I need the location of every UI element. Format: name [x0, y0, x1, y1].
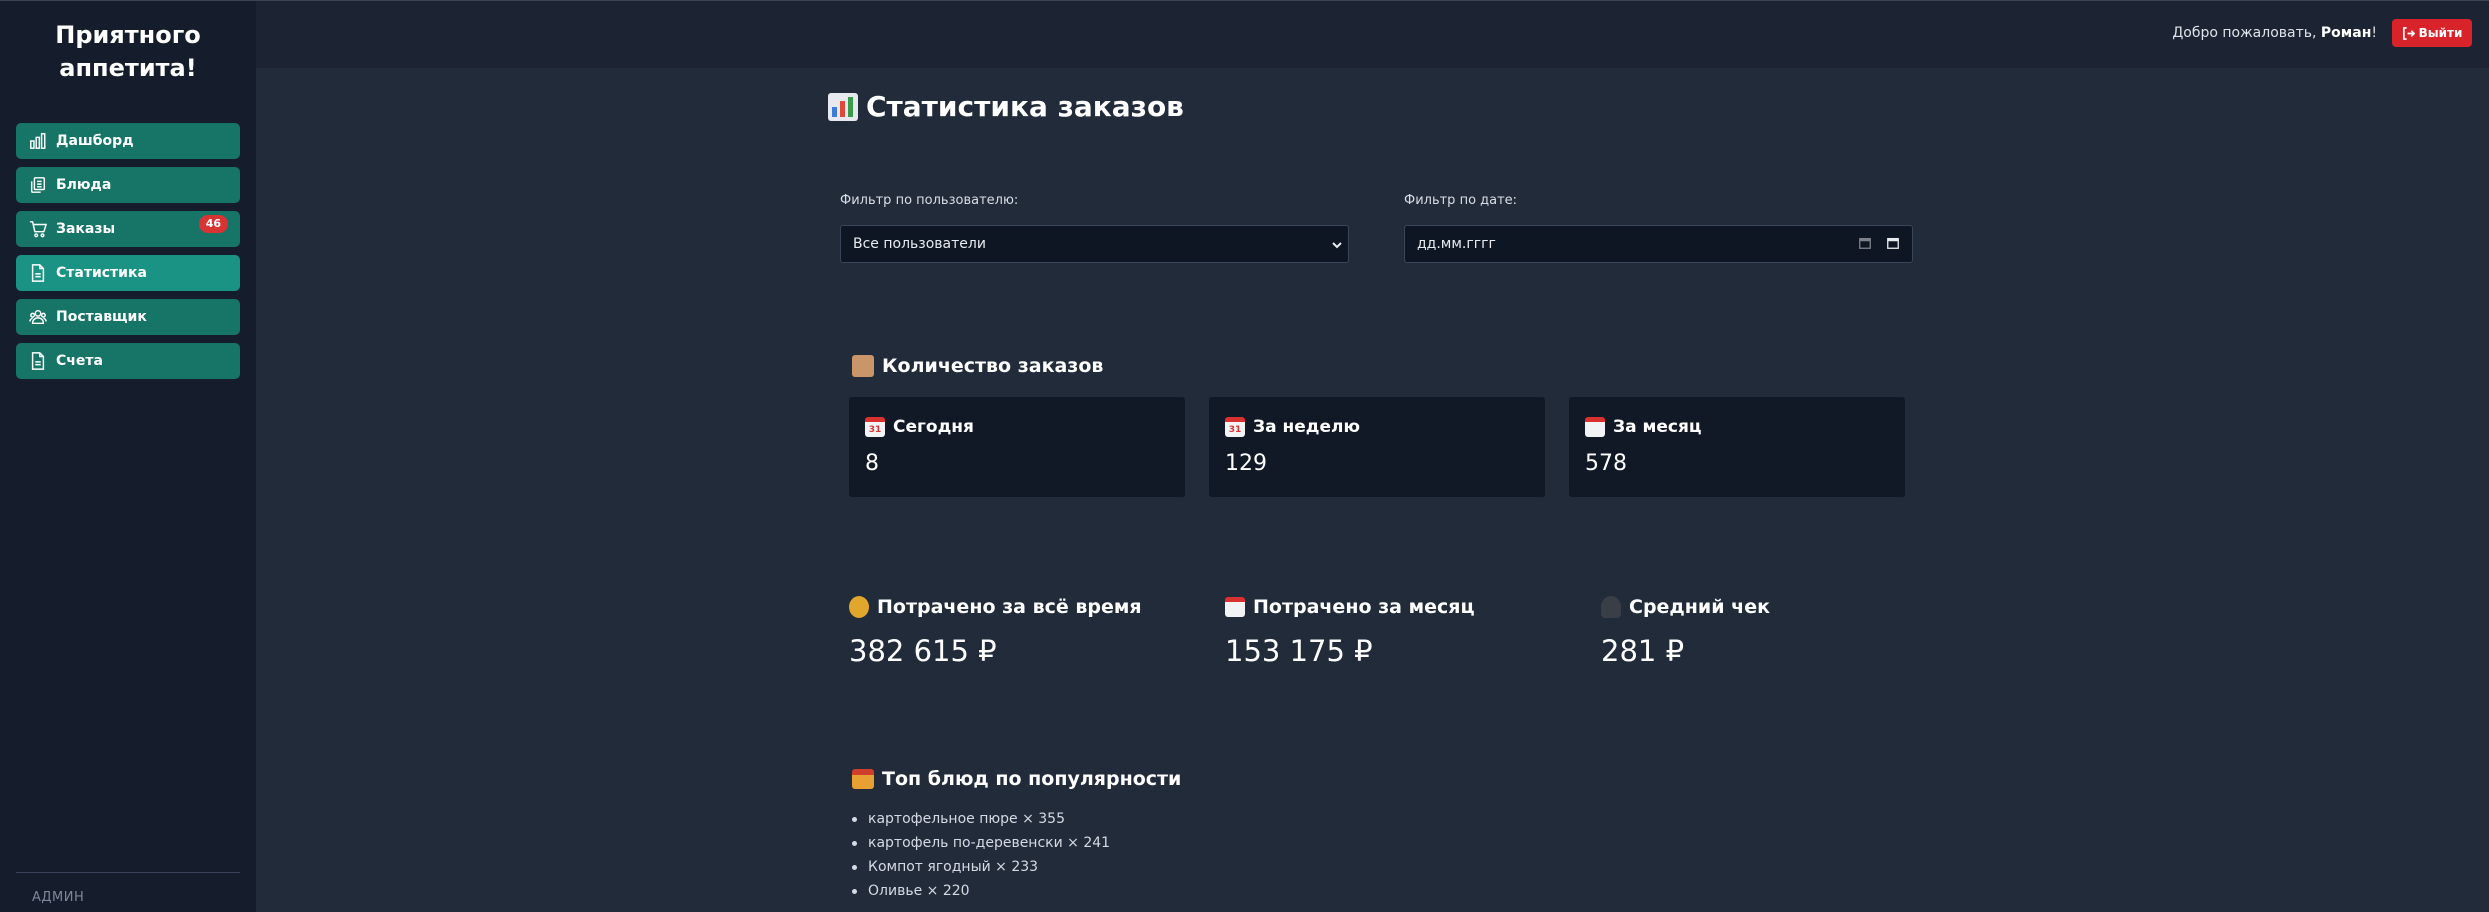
- average-check-value: 281 ₽: [1601, 634, 1685, 668]
- cart-icon: [28, 219, 48, 239]
- top-dishes-section-title: Топ блюд по популярности: [852, 768, 1181, 790]
- sidebar-item-invoices[interactable]: Счета: [16, 343, 240, 379]
- sidebar-item-label: Поставщик: [56, 309, 147, 325]
- brand-line-1: Приятного: [55, 21, 201, 49]
- list-item: Компот ягодный × 233: [852, 858, 1110, 882]
- stat-card-label: Сегодня: [893, 417, 974, 437]
- list-item: картофель по-деревенски × 241: [852, 834, 1110, 858]
- date-filter-label: Фильтр по дате:: [1404, 193, 1518, 208]
- brand-line-2: аппетита!: [59, 54, 197, 82]
- money-bag-icon: [849, 596, 869, 618]
- logout-icon: [2402, 26, 2415, 40]
- user-name: Роман: [2320, 25, 2372, 41]
- logout-label: Выйти: [2418, 26, 2463, 40]
- welcome-prefix: Добро пожаловать,: [2172, 25, 2321, 41]
- list-item: картофельное пюре × 355: [852, 810, 1110, 834]
- person-icon: [1601, 596, 1621, 618]
- spent-month-value: 153 175 ₽: [1225, 634, 1373, 668]
- logout-button[interactable]: Выйти: [2392, 19, 2472, 47]
- average-check-title: Средний чек: [1601, 596, 1770, 618]
- stat-card-title: 31 Сегодня: [865, 417, 974, 437]
- user-filter-label: Фильтр по пользователю:: [840, 193, 1019, 208]
- stat-card-title: 31 За неделю: [1225, 417, 1360, 437]
- sidebar-item-label: Счета: [56, 353, 103, 369]
- spent-month-label: Потрачено за месяц: [1253, 596, 1475, 618]
- user-filter-select[interactable]: Все пользователи: [840, 225, 1349, 263]
- stat-card-title: За месяц: [1585, 417, 1702, 437]
- document-icon: [28, 351, 48, 371]
- stat-card-value: 129: [1225, 451, 1267, 476]
- calendar-picker-icon[interactable]: [1886, 236, 1902, 252]
- top-dishes-title-text: Топ блюд по популярности: [882, 768, 1182, 790]
- date-filter-input[interactable]: дд.мм.гггг: [1404, 225, 1913, 263]
- top-dishes-list: картофельное пюре × 355 картофель по-дер…: [852, 810, 1110, 906]
- stat-card-label: За месяц: [1613, 417, 1702, 437]
- calendar-icon: [1585, 417, 1605, 437]
- calendar-ghost-icon: [1858, 236, 1874, 252]
- spent-all-time-value: 382 615 ₽: [849, 634, 997, 668]
- sidebar-item-dashboard[interactable]: Дашборд: [16, 123, 240, 159]
- stat-card-value: 578: [1585, 451, 1627, 476]
- sidebar-item-label: Блюда: [56, 177, 112, 193]
- sidebar-item-label: Дашборд: [56, 133, 134, 149]
- sidebar-item-label: Заказы: [56, 221, 116, 237]
- stat-card-today: 31 Сегодня 8: [849, 397, 1185, 497]
- calendar-icon: [1225, 597, 1245, 617]
- orders-count-title-text: Количество заказов: [882, 355, 1104, 377]
- stat-card-label: За неделю: [1253, 417, 1360, 437]
- brand-logo: Приятного аппетита!: [0, 19, 256, 85]
- stat-card-month: За месяц 578: [1569, 397, 1905, 497]
- sidebar-item-label: Статистика: [56, 265, 147, 281]
- spent-month-title: Потрачено за месяц: [1225, 596, 1475, 618]
- stat-card-week: 31 За неделю 129: [1209, 397, 1545, 497]
- stat-card-value: 8: [865, 451, 879, 476]
- calendar-icon: 31: [1225, 417, 1245, 437]
- orders-count-section-title: Количество заказов: [852, 355, 1103, 377]
- page-title: Статистика заказов: [828, 90, 1184, 123]
- document-icon: [28, 263, 48, 283]
- welcome-suffix: !: [2371, 25, 2377, 41]
- package-icon: [852, 355, 874, 377]
- sidebar-item-orders[interactable]: Заказы 46: [16, 211, 240, 247]
- orders-count-badge: 46: [198, 215, 228, 233]
- copy-icon: [28, 175, 48, 195]
- sidebar: Приятного аппетита! Дашборд Блюда Заказы…: [0, 0, 256, 912]
- sidebar-divider: [16, 872, 240, 873]
- dish-box-icon: [852, 769, 874, 789]
- date-filter-placeholder: дд.мм.гггг: [1417, 236, 1496, 252]
- spent-all-time-label: Потрачено за всё время: [877, 596, 1142, 618]
- top-bar: Добро пожаловать, Роман! Выйти: [256, 0, 2489, 68]
- list-item: Оливье × 220: [852, 882, 1110, 906]
- page-title-text: Статистика заказов: [866, 90, 1184, 123]
- sidebar-item-supplier[interactable]: Поставщик: [16, 299, 240, 335]
- user-role-label: АДМИН: [32, 890, 85, 905]
- users-icon: [28, 307, 48, 327]
- sidebar-item-dishes[interactable]: Блюда: [16, 167, 240, 203]
- welcome-message: Добро пожаловать, Роман!: [2172, 25, 2377, 41]
- sidebar-item-statistics[interactable]: Статистика: [16, 255, 240, 291]
- average-check-label: Средний чек: [1629, 596, 1770, 618]
- bar-chart-emoji-icon: [828, 92, 858, 121]
- bar-chart-icon: [28, 131, 48, 151]
- chevron-down-icon: [1332, 238, 1342, 249]
- spent-all-time-title: Потрачено за всё время: [849, 596, 1142, 618]
- user-filter-value: Все пользователи: [853, 236, 986, 252]
- calendar-icon: 31: [865, 417, 885, 437]
